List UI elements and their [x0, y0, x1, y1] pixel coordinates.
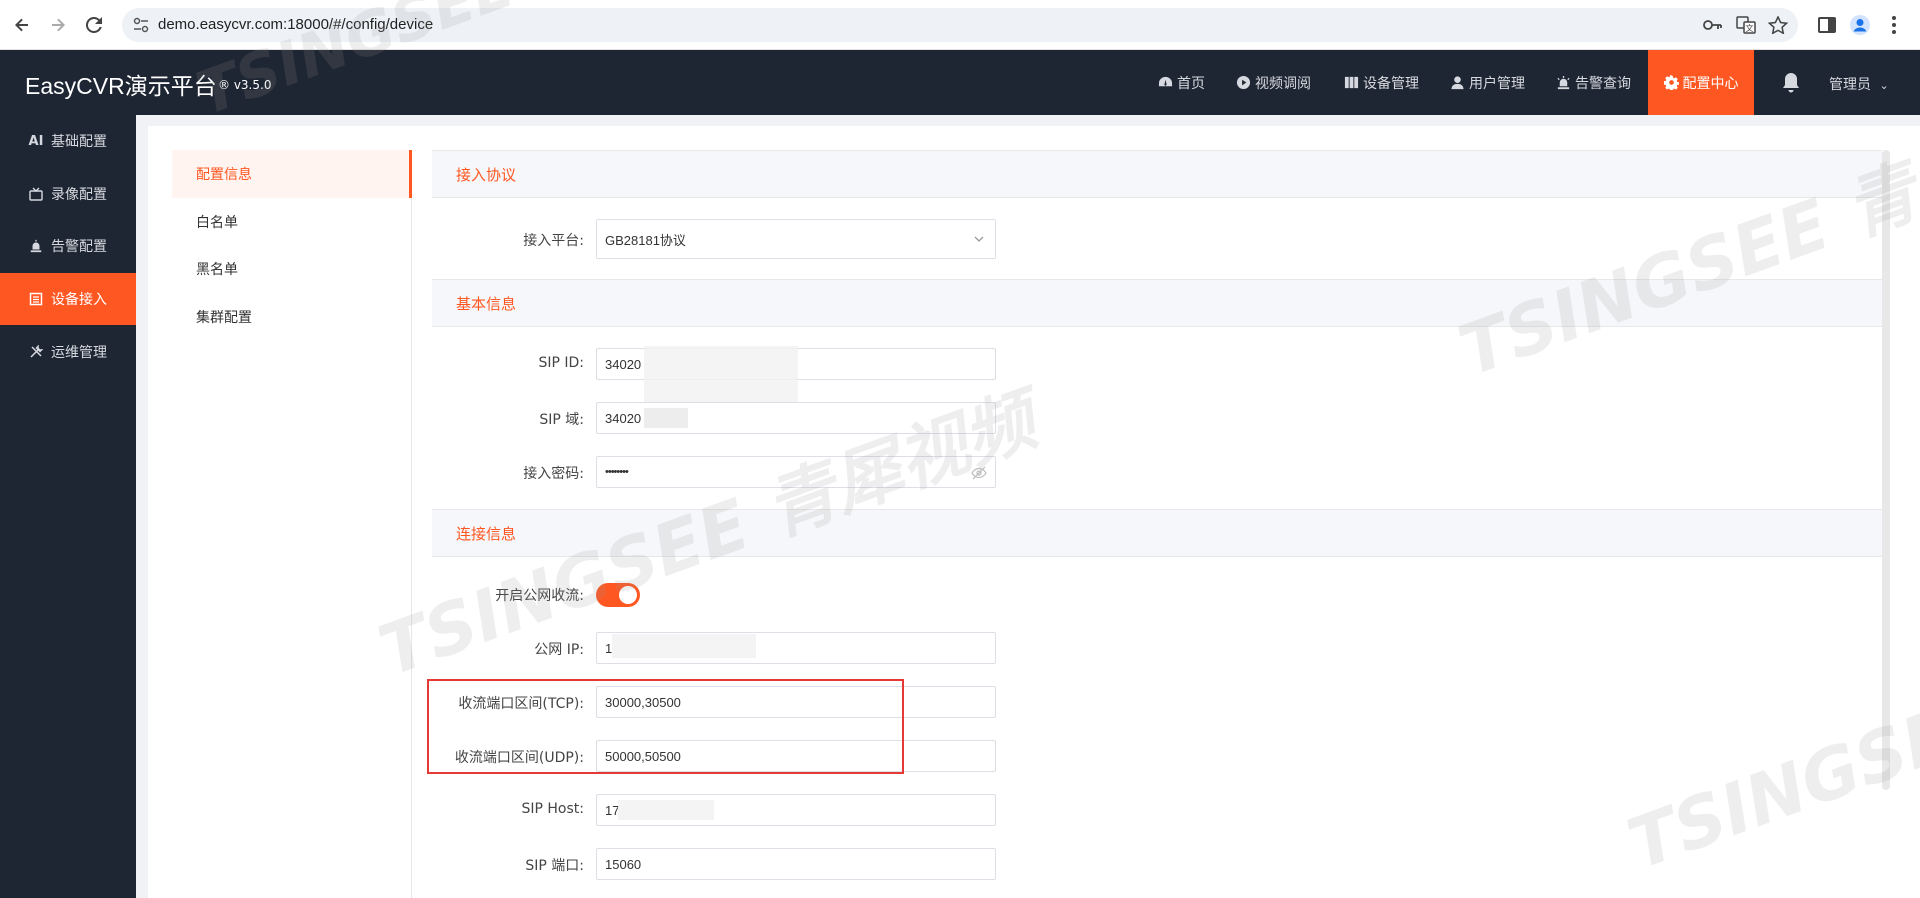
section-basic: 基本信息: [432, 279, 1882, 327]
public-stream-label: 开启公网收流:: [495, 588, 584, 604]
url-text: demo.easycvr.com:18000/#/config/device: [158, 16, 434, 33]
subnav-item-label: 集群配置: [196, 310, 252, 326]
sidebar-item-label: 录像配置: [51, 187, 107, 203]
nav-device[interactable]: 设备管理: [1344, 50, 1434, 115]
public-ip-label: 公网 IP:: [534, 642, 584, 658]
sip-domain-value: 34020: [605, 410, 642, 426]
privacy-mask: [644, 408, 688, 428]
sip-port-value: 15060: [605, 856, 642, 872]
sip-id-value: 34020: [605, 356, 642, 372]
nav-video-label: 视频调阅: [1255, 75, 1311, 92]
brand-title: EasyCVR演示平台: [25, 73, 217, 99]
content-panel: 配置信息 白名单 黑名单 集群配置 接入协议 接入平台: GB28181协议 基…: [148, 126, 1920, 898]
more-menu-icon[interactable]: [1882, 13, 1906, 37]
config-subnav: 配置信息 白名单 黑名单 集群配置: [172, 150, 412, 898]
ai-icon: AI: [28, 133, 44, 149]
address-bar[interactable]: demo.easycvr.com:18000/#/config/device 文: [122, 8, 1798, 42]
subnav-item-label: 配置信息: [196, 167, 252, 183]
password-label: 接入密码:: [523, 466, 584, 482]
subnav-item-blacklist[interactable]: 黑名单: [172, 245, 412, 293]
bookmark-star-icon[interactable]: [1768, 16, 1788, 34]
play-icon: [1236, 75, 1251, 90]
sip-host-label: SIP Host:: [521, 801, 584, 817]
user-menu[interactable]: 管理员 ⌄: [1829, 74, 1889, 94]
list-icon: [28, 292, 44, 306]
nav-home[interactable]: 首页: [1158, 50, 1218, 115]
nav-home-label: 首页: [1177, 75, 1205, 92]
app-header: EasyCVR演示平台 ® v3.5.0 首页 视频调阅 设备管理 用户管理 告…: [0, 50, 1920, 115]
sip-domain-label: SIP 域:: [539, 412, 584, 428]
side-panel-icon[interactable]: [1815, 13, 1839, 37]
version-label: ® v3.5.0: [218, 78, 272, 92]
platform-select[interactable]: GB28181协议: [596, 219, 996, 259]
sidebar-item-label: 设备接入: [51, 292, 107, 308]
sidebar-item-label: 基础配置: [51, 134, 107, 150]
subnav-item-label: 白名单: [196, 215, 238, 231]
sip-port-input[interactable]: 15060: [596, 848, 996, 880]
public-stream-toggle[interactable]: [596, 583, 640, 607]
key-icon[interactable]: [1702, 16, 1722, 34]
gear-icon: [1663, 75, 1679, 90]
section-protocol: 接入协议: [432, 150, 1882, 198]
alarm-icon: [1557, 75, 1570, 90]
device-icon: [1344, 76, 1359, 89]
chevron-down-icon: [974, 236, 984, 242]
privacy-mask: [644, 346, 798, 406]
user-icon: [1451, 76, 1464, 90]
platform-label: 接入平台:: [523, 233, 584, 249]
sip-port-label: SIP 端口:: [525, 858, 584, 874]
profile-avatar-icon[interactable]: [1848, 13, 1872, 37]
bell-icon[interactable]: [1780, 71, 1802, 95]
nav-alarm[interactable]: 告警查询: [1556, 50, 1646, 115]
content-scrollbar[interactable]: [1882, 150, 1890, 790]
user-name: 管理员: [1829, 77, 1871, 93]
password-input[interactable]: ••••••••: [596, 456, 996, 488]
sidebar-item-ops-management[interactable]: 运维管理: [0, 326, 136, 378]
back-icon[interactable]: [10, 13, 34, 37]
chevron-down-icon: ⌄: [1879, 79, 1889, 92]
record-icon: [28, 187, 44, 201]
svg-text:文: 文: [1746, 23, 1754, 33]
sidebar: AI 基础配置 录像配置 告警配置 设备接入 运维管理: [0, 115, 136, 898]
alarm-icon: [28, 239, 44, 253]
subnav-item-config-info[interactable]: 配置信息: [172, 150, 412, 198]
site-info-icon[interactable]: [132, 16, 150, 34]
nav-user-label: 用户管理: [1469, 75, 1525, 92]
platform-value: GB28181协议: [605, 232, 686, 248]
forward-icon[interactable]: [46, 13, 70, 37]
sidebar-item-record-config[interactable]: 录像配置: [0, 168, 136, 220]
subnav-item-label: 黑名单: [196, 262, 238, 278]
sidebar-item-label: 告警配置: [51, 239, 107, 255]
translate-icon[interactable]: 文: [1736, 16, 1756, 34]
dashboard-icon: [1158, 76, 1173, 87]
browser-toolbar: demo.easycvr.com:18000/#/config/device 文: [0, 0, 1920, 50]
nav-user[interactable]: 用户管理: [1450, 50, 1540, 115]
password-value: ••••••••: [605, 466, 629, 478]
nav-video[interactable]: 视频调阅: [1236, 50, 1326, 115]
sidebar-item-alarm-config[interactable]: 告警配置: [0, 220, 136, 272]
tools-icon: [28, 345, 44, 359]
eye-off-icon[interactable]: [971, 465, 987, 481]
section-connection: 连接信息: [432, 509, 1882, 557]
subnav-item-cluster[interactable]: 集群配置: [172, 293, 412, 341]
privacy-mask: [618, 800, 714, 820]
highlight-annotation-box: [427, 679, 904, 774]
reload-icon[interactable]: [82, 13, 106, 37]
nav-device-label: 设备管理: [1363, 75, 1419, 92]
nav-alarm-label: 告警查询: [1575, 75, 1631, 92]
privacy-mask: [612, 634, 756, 658]
sidebar-item-label: 运维管理: [51, 345, 107, 361]
nav-config-center[interactable]: 配置中心: [1648, 50, 1754, 115]
nav-config-center-label: 配置中心: [1682, 75, 1739, 92]
toggle-knob: [619, 586, 637, 604]
sidebar-item-basic-config[interactable]: AI 基础配置: [0, 115, 136, 167]
sidebar-item-device-access[interactable]: 设备接入: [0, 273, 136, 325]
sip-id-label: SIP ID:: [538, 355, 584, 371]
